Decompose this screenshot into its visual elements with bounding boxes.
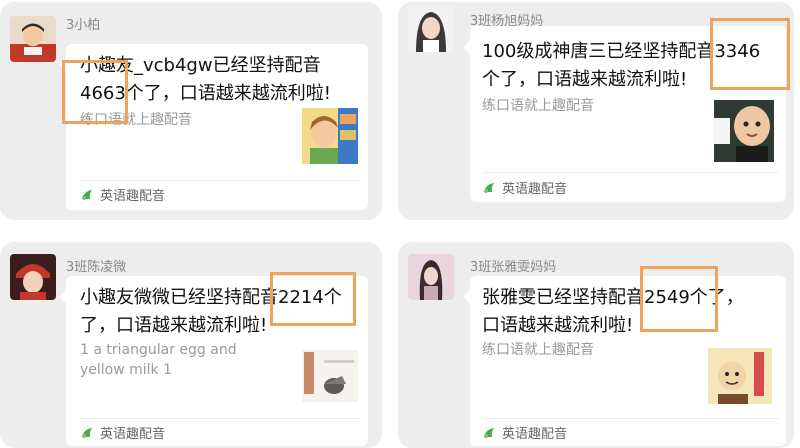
sender-name: 3小柏 — [66, 18, 101, 33]
dubbing-app-icon — [82, 189, 92, 200]
card-title: 张雅雯已经坚持配音2549个了， 口语越来越流利啦! — [482, 287, 744, 336]
sender-avatar[interactable] — [10, 254, 56, 300]
source-label: 英语趣配音 — [100, 189, 166, 204]
card-thumbnail — [708, 348, 772, 404]
card-description: 1 a triangular egg and yellow milk 1 — [80, 342, 237, 378]
dubbing-app-icon — [82, 427, 92, 438]
card-divider — [482, 418, 778, 419]
card-divider — [482, 172, 778, 173]
source-label: 英语趣配音 — [502, 182, 568, 197]
dubbing-app-icon — [484, 182, 494, 193]
card-source: 英语趣配音 — [80, 185, 165, 204]
card-source: 英语趣配音 — [482, 423, 567, 442]
card-divider — [80, 418, 360, 419]
chat-message-4: 3班张雅雯妈妈 张雅雯已经坚持配音2549个了， 口语越来越流利啦! 练口语就上… — [398, 242, 794, 448]
card-source: 英语趣配音 — [80, 423, 165, 442]
highlight-box — [270, 272, 356, 326]
sender-avatar[interactable] — [10, 16, 56, 62]
card-divider — [80, 180, 360, 181]
chat-message-2: 3班杨旭妈妈 100级成神唐三已经坚持配音3346 个了，口语越来越流利啦! 练… — [398, 2, 794, 220]
source-label: 英语趣配音 — [502, 427, 568, 442]
chat-message-3: 3班陈凌微 小趣友微微已经坚持配音2214个 了，口语越来越流利啦! 1 a t… — [0, 242, 382, 448]
card-thumbnail — [302, 108, 358, 164]
card-source: 英语趣配音 — [482, 178, 567, 197]
card-description: 练口语就上趣配音 — [482, 98, 594, 114]
card-thumbnail — [714, 100, 774, 162]
dubbing-app-icon — [484, 427, 494, 438]
chat-message-1: 3小柏 小趣友_vcb4gw已经坚持配音 4663个了，口语越来越流利啦! 练口… — [0, 2, 382, 220]
highlight-box — [710, 18, 790, 90]
sender-avatar[interactable] — [408, 6, 454, 52]
sender-name: 3班陈凌微 — [66, 260, 127, 275]
card-thumbnail — [302, 350, 358, 402]
highlight-box — [62, 60, 128, 124]
highlight-box — [640, 266, 718, 332]
sender-name: 3班张雅雯妈妈 — [470, 260, 557, 275]
sender-avatar[interactable] — [408, 254, 454, 300]
card-description: 练口语就上趣配音 — [482, 342, 594, 358]
source-label: 英语趣配音 — [100, 427, 166, 442]
shared-link-card[interactable]: 张雅雯已经坚持配音2549个了， 口语越来越流利啦! 练口语就上趣配音 英语趣配… — [463, 276, 786, 446]
